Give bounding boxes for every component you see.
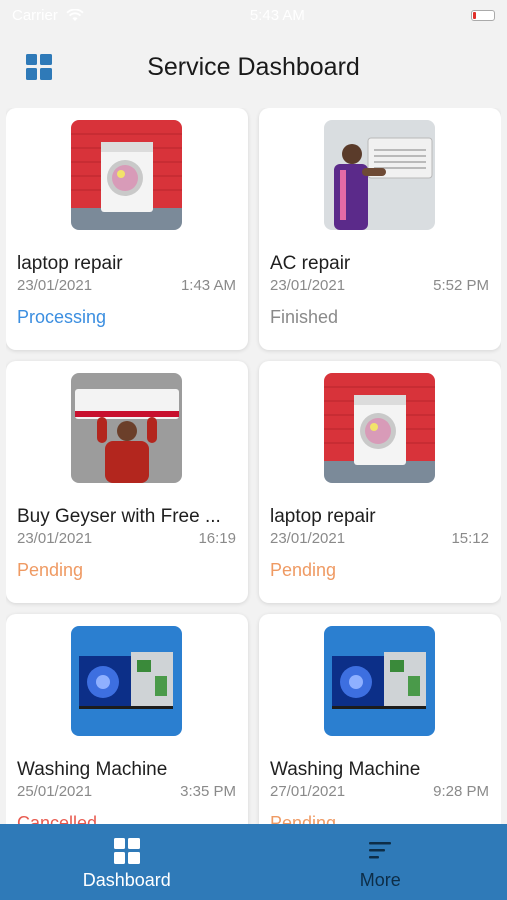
wifi-icon: [66, 8, 84, 21]
service-name: laptop repair: [17, 253, 123, 274]
tv-repair-image: [324, 626, 435, 736]
status-label: Pending: [270, 813, 337, 824]
ac-install-image: [71, 373, 182, 483]
service-card[interactable]: Buy Geyser with Free ... 23/01/2021 16:1…: [6, 361, 248, 603]
nav-item-more[interactable]: More: [254, 824, 507, 900]
service-card[interactable]: Washing Machine 27/01/2021 9:28 PM Pendi…: [259, 614, 501, 824]
status-label: Finished: [270, 307, 339, 327]
bottom-navigation: Dashboard More: [0, 824, 507, 900]
service-name: Washing Machine: [17, 759, 168, 780]
service-card[interactable]: Washing Machine 25/01/2021 3:35 PM Cance…: [6, 614, 248, 824]
service-date: 25/01/2021: [17, 783, 93, 800]
page-title: Service Dashboard: [147, 53, 360, 81]
service-name: Buy Geyser with Free ...: [17, 506, 221, 527]
washing-machine-image: [324, 373, 435, 483]
service-date: 27/01/2021: [270, 783, 346, 800]
status-bar: Carrier 5:43 AM: [0, 0, 507, 30]
nav-label-more: More: [359, 870, 401, 890]
service-time: 5:52 PM: [433, 277, 489, 294]
service-card[interactable]: laptop repair 23/01/2021 1:43 AM Process…: [6, 108, 248, 350]
service-date: 23/01/2021: [17, 277, 93, 294]
nav-label-dashboard: Dashboard: [82, 870, 171, 890]
service-card[interactable]: laptop repair 23/01/2021 15:12 Pending: [259, 361, 501, 603]
service-time: 16:19: [198, 530, 236, 547]
battery-icon: [470, 9, 495, 21]
washing-machine-image: [71, 120, 182, 230]
service-date: 23/01/2021: [17, 530, 93, 547]
service-cards-grid: laptop repair 23/01/2021 1:43 AM Process…: [6, 108, 501, 824]
dashboard-icon: [113, 838, 140, 864]
grid-icon[interactable]: [26, 54, 52, 80]
service-time: 1:43 AM: [180, 277, 236, 294]
app-header: Service Dashboard: [0, 30, 507, 105]
service-date: 23/01/2021: [270, 530, 346, 547]
carrier-label: Carrier: [12, 6, 58, 24]
service-card[interactable]: AC repair 23/01/2021 5:52 PM Finished: [259, 108, 501, 350]
filter-lines-icon: [369, 842, 392, 859]
status-label: Processing: [17, 307, 107, 327]
clock: 5:43 AM: [249, 6, 305, 24]
service-name: Washing Machine: [270, 759, 421, 780]
status-label: Cancelled: [17, 813, 98, 824]
service-time: 15:12: [451, 530, 489, 547]
service-time: 3:35 PM: [180, 783, 236, 800]
nav-item-dashboard[interactable]: Dashboard: [0, 824, 254, 900]
tv-repair-image: [71, 626, 182, 736]
ac-technician-image: [324, 120, 435, 230]
service-time: 9:28 PM: [433, 783, 489, 800]
service-date: 23/01/2021: [270, 277, 346, 294]
status-label: Pending: [270, 560, 337, 580]
service-name: laptop repair: [270, 506, 376, 527]
service-name: AC repair: [270, 253, 351, 274]
status-label: Pending: [17, 560, 84, 580]
